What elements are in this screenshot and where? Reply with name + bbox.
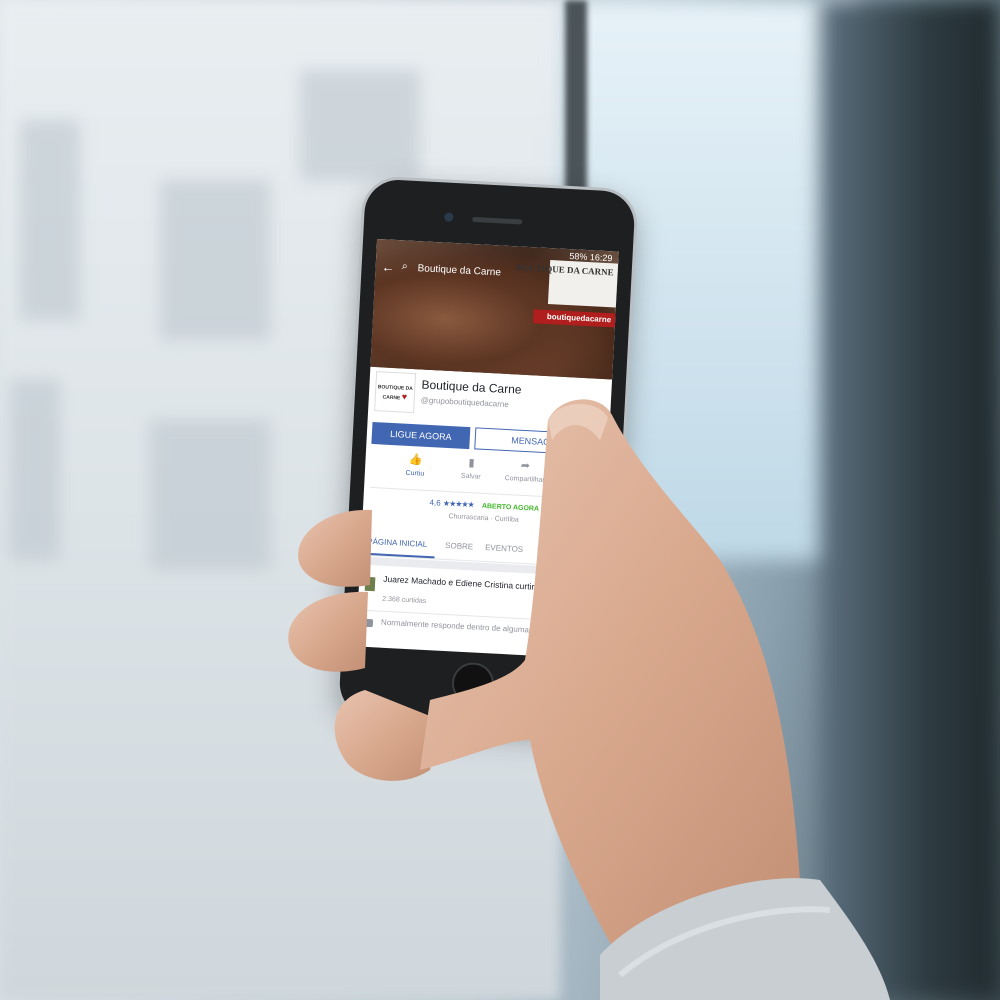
likes-count: 2.368 curtidas (382, 595, 427, 606)
page-avatar[interactable]: BOUTIQUE DA CARNE ♥ (374, 371, 417, 414)
background-window (300, 70, 420, 180)
tab-events[interactable]: EVENTOS (485, 543, 524, 554)
rating-stars-icon: ★★★★★ (442, 498, 474, 510)
save-action[interactable]: ▮ Salvar (441, 455, 502, 482)
share-icon: ➦ (520, 459, 531, 473)
background-dark-facade (820, 0, 1000, 1000)
page-title: Boutique da Carne (421, 377, 522, 397)
action-bar: 👍 Curtiu ▮ Salvar ➦ Compartilhar (364, 451, 607, 498)
back-arrow-icon[interactable]: ← (381, 259, 395, 275)
search-field-title[interactable]: Boutique da Carne (417, 263, 501, 278)
call-now-button[interactable]: LIGUE AGORA (371, 421, 471, 450)
cover-photo: BOUTIQUE DA CARNE boutiquedacarne 58% 16… (370, 238, 619, 380)
rating-value: 4,6 (429, 498, 441, 508)
search-icon[interactable]: ⌕ (401, 260, 408, 273)
chat-bubble-icon (362, 618, 374, 628)
phone-screen: BOUTIQUE DA CARNE boutiquedacarne 58% 16… (355, 238, 619, 660)
open-status: ABERTO AGORA (481, 502, 540, 513)
liked-by-text: Juarez Machado e Ediene Cristina curtira… (383, 573, 564, 594)
message-button[interactable]: MENSAG (474, 427, 588, 456)
battery-level: 58% (569, 251, 588, 262)
tab-home[interactable]: PÁGINA INICIAL (367, 537, 427, 549)
save-label: Salvar (460, 472, 481, 481)
background-pole (565, 0, 587, 200)
tab-photos[interactable]: FOTOS (537, 546, 565, 556)
thumbs-up-icon: 👍 (408, 453, 423, 467)
tab-about[interactable]: SOBRE (445, 541, 473, 551)
friend-thumbnail (364, 576, 376, 592)
likes-summary[interactable]: Juarez Machado e Ediene Cristina curtira… (358, 569, 602, 622)
smartphone: BOUTIQUE DA CARNE boutiquedacarne 58% 16… (338, 178, 636, 730)
earpiece-speaker (472, 216, 523, 225)
bookmark-icon: ▮ (468, 457, 475, 470)
background-window (160, 180, 270, 340)
home-button[interactable] (450, 661, 496, 706)
heart-icon: ♥ (401, 391, 408, 402)
like-action[interactable]: 👍 Curtiu (385, 452, 446, 479)
share-label: Compartilhar (504, 474, 545, 485)
background-window (20, 120, 80, 320)
cover-tag: boutiquedacarne (532, 309, 616, 328)
like-label: Curtiu (405, 469, 425, 478)
front-camera (444, 212, 454, 222)
page-handle: @grupoboutiquedacarne (420, 395, 510, 410)
clock: 16:29 (589, 252, 613, 264)
share-action[interactable]: ➦ Compartilhar (495, 457, 556, 484)
background-window (150, 420, 270, 570)
background-window (10, 380, 60, 560)
response-time-text: Normalmente responde dentro de algumas h… (380, 617, 556, 636)
avatar-text: BOUTIQUE DA CARNE (377, 384, 413, 402)
